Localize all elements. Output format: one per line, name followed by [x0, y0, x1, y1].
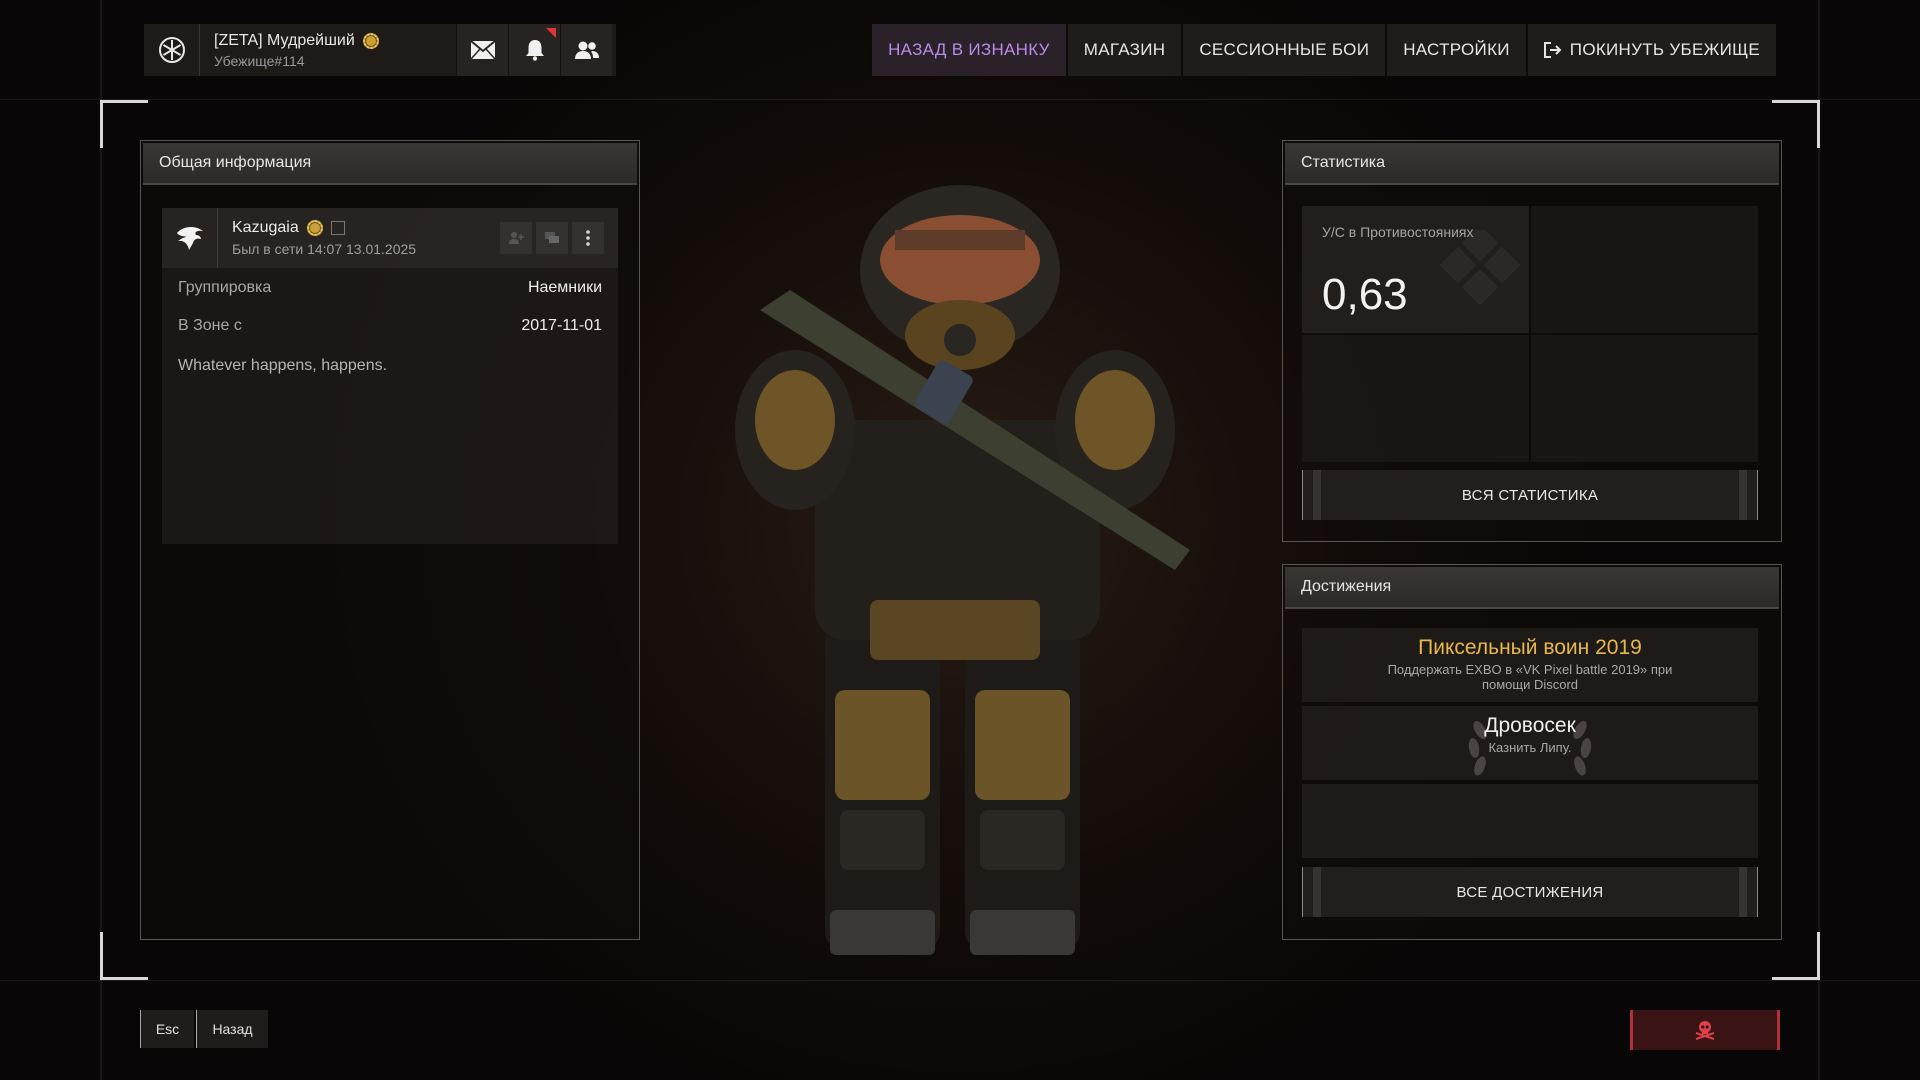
zone-since-value: 2017-11-01 [521, 316, 602, 334]
mail-icon [469, 40, 496, 60]
nav-leave-shelter[interactable]: ПОКИНУТЬ УБЕЖИЩЕ [1525, 24, 1776, 76]
achievement-title: Пиксельный воин 2019 [1418, 636, 1642, 659]
more-vertical-icon [586, 230, 590, 246]
achievement-desc: Поддержать EXBO в «VK Pixel battle 2019»… [1387, 662, 1673, 692]
frame-line-top [0, 99, 1920, 100]
nav-session-battles[interactable]: СЕССИОННЫЕ БОИ [1181, 24, 1386, 76]
bell-icon [525, 40, 544, 61]
back-button[interactable]: Назад [196, 1010, 268, 1048]
copy-icon[interactable] [330, 221, 345, 235]
stat-card-empty [1302, 335, 1529, 462]
character-model [735, 185, 1190, 955]
more-options-button[interactable] [572, 222, 604, 254]
snowflake-logo-icon[interactable] [144, 24, 200, 76]
stat-card-empty [1531, 335, 1758, 462]
sun-badge-icon [306, 220, 323, 236]
faction-label: Группировка [178, 278, 272, 296]
player-name: Kazugaia [232, 219, 299, 236]
add-friend-button[interactable] [500, 222, 532, 254]
achievements-title: Достижения [1285, 567, 1779, 609]
achievement-title: Дровосек [1484, 714, 1576, 737]
zone-since-label: В Зоне с [178, 316, 242, 334]
last-seen: Был в сети 14:07 13.01.2025 [232, 241, 417, 257]
achievement-slot-empty [1302, 784, 1758, 858]
add-friend-icon [509, 232, 524, 244]
player-bio: Whatever happens, happens. [162, 344, 618, 387]
player-card: Kazugaia Был в сети 14:07 13.01.2025 Гру… [162, 208, 618, 544]
top-nav: НАЗАД В ИЗНАНКУ МАГАЗИН СЕССИОННЫЕ БОИ Н… [870, 24, 1776, 76]
notification-indicator [546, 28, 556, 38]
friends-icon [574, 41, 599, 59]
user-box: [ZETA] Мудрейший Убежище#114 [144, 24, 616, 76]
eagle-avatar-icon [162, 208, 218, 268]
chat-icon [545, 232, 559, 243]
zone-since-row: В Зоне с 2017-11-01 [162, 306, 618, 344]
all-achievements-button[interactable]: ВСЕ ДОСТИЖЕНИЯ [1302, 867, 1758, 917]
achievement-item[interactable]: Пиксельный воин 2019 Поддержать EXBO в «… [1302, 628, 1758, 702]
faction-value: Наемники [527, 278, 602, 296]
friends-button[interactable] [560, 24, 612, 76]
all-stats-button[interactable]: ВСЯ СТАТИСТИКА [1302, 470, 1758, 520]
achievement-desc: Казнить Липу. [1488, 740, 1572, 755]
frame-line-right [1818, 0, 1820, 1080]
frame-line-bottom [0, 980, 1920, 981]
nav-settings[interactable]: НАСТРОЙКИ [1385, 24, 1526, 76]
nav-back-to-izanka[interactable]: НАЗАД В ИЗНАНКУ [870, 24, 1066, 76]
kd-value: 0,63 [1322, 270, 1408, 319]
diamond-pattern-icon [1439, 230, 1521, 306]
stats-title: Статистика [1285, 143, 1779, 185]
faction-row: Группировка Наемники [162, 268, 618, 306]
notifications-button[interactable] [508, 24, 560, 76]
achievement-item[interactable]: Дровосек Казнить Липу. [1302, 706, 1758, 780]
frame-line-left [100, 0, 102, 1080]
nav-leave-label: ПОКИНУТЬ УБЕЖИЩЕ [1569, 40, 1760, 59]
general-info-title: Общая информация [143, 143, 637, 185]
report-button[interactable] [1630, 1010, 1780, 1050]
user-shelter: Убежище#114 [214, 52, 305, 69]
kd-label: У/С в Противостояниях [1322, 224, 1474, 240]
mail-button[interactable] [456, 24, 508, 76]
stat-card-empty [1531, 206, 1758, 333]
stats-grid: У/С в Противостояниях 0,63 [1302, 206, 1758, 462]
nav-shop[interactable]: МАГАЗИН [1065, 24, 1182, 76]
skull-crossbones-icon [1695, 1021, 1715, 1040]
exit-icon [1543, 42, 1562, 58]
message-button[interactable] [536, 222, 568, 254]
esc-key-hint[interactable]: Esc [140, 1010, 194, 1048]
user-name: [ZETA] Мудрейший [214, 31, 355, 49]
kd-stat-card: У/С в Противостояниях 0,63 [1302, 206, 1529, 333]
sun-badge-icon [362, 32, 379, 49]
